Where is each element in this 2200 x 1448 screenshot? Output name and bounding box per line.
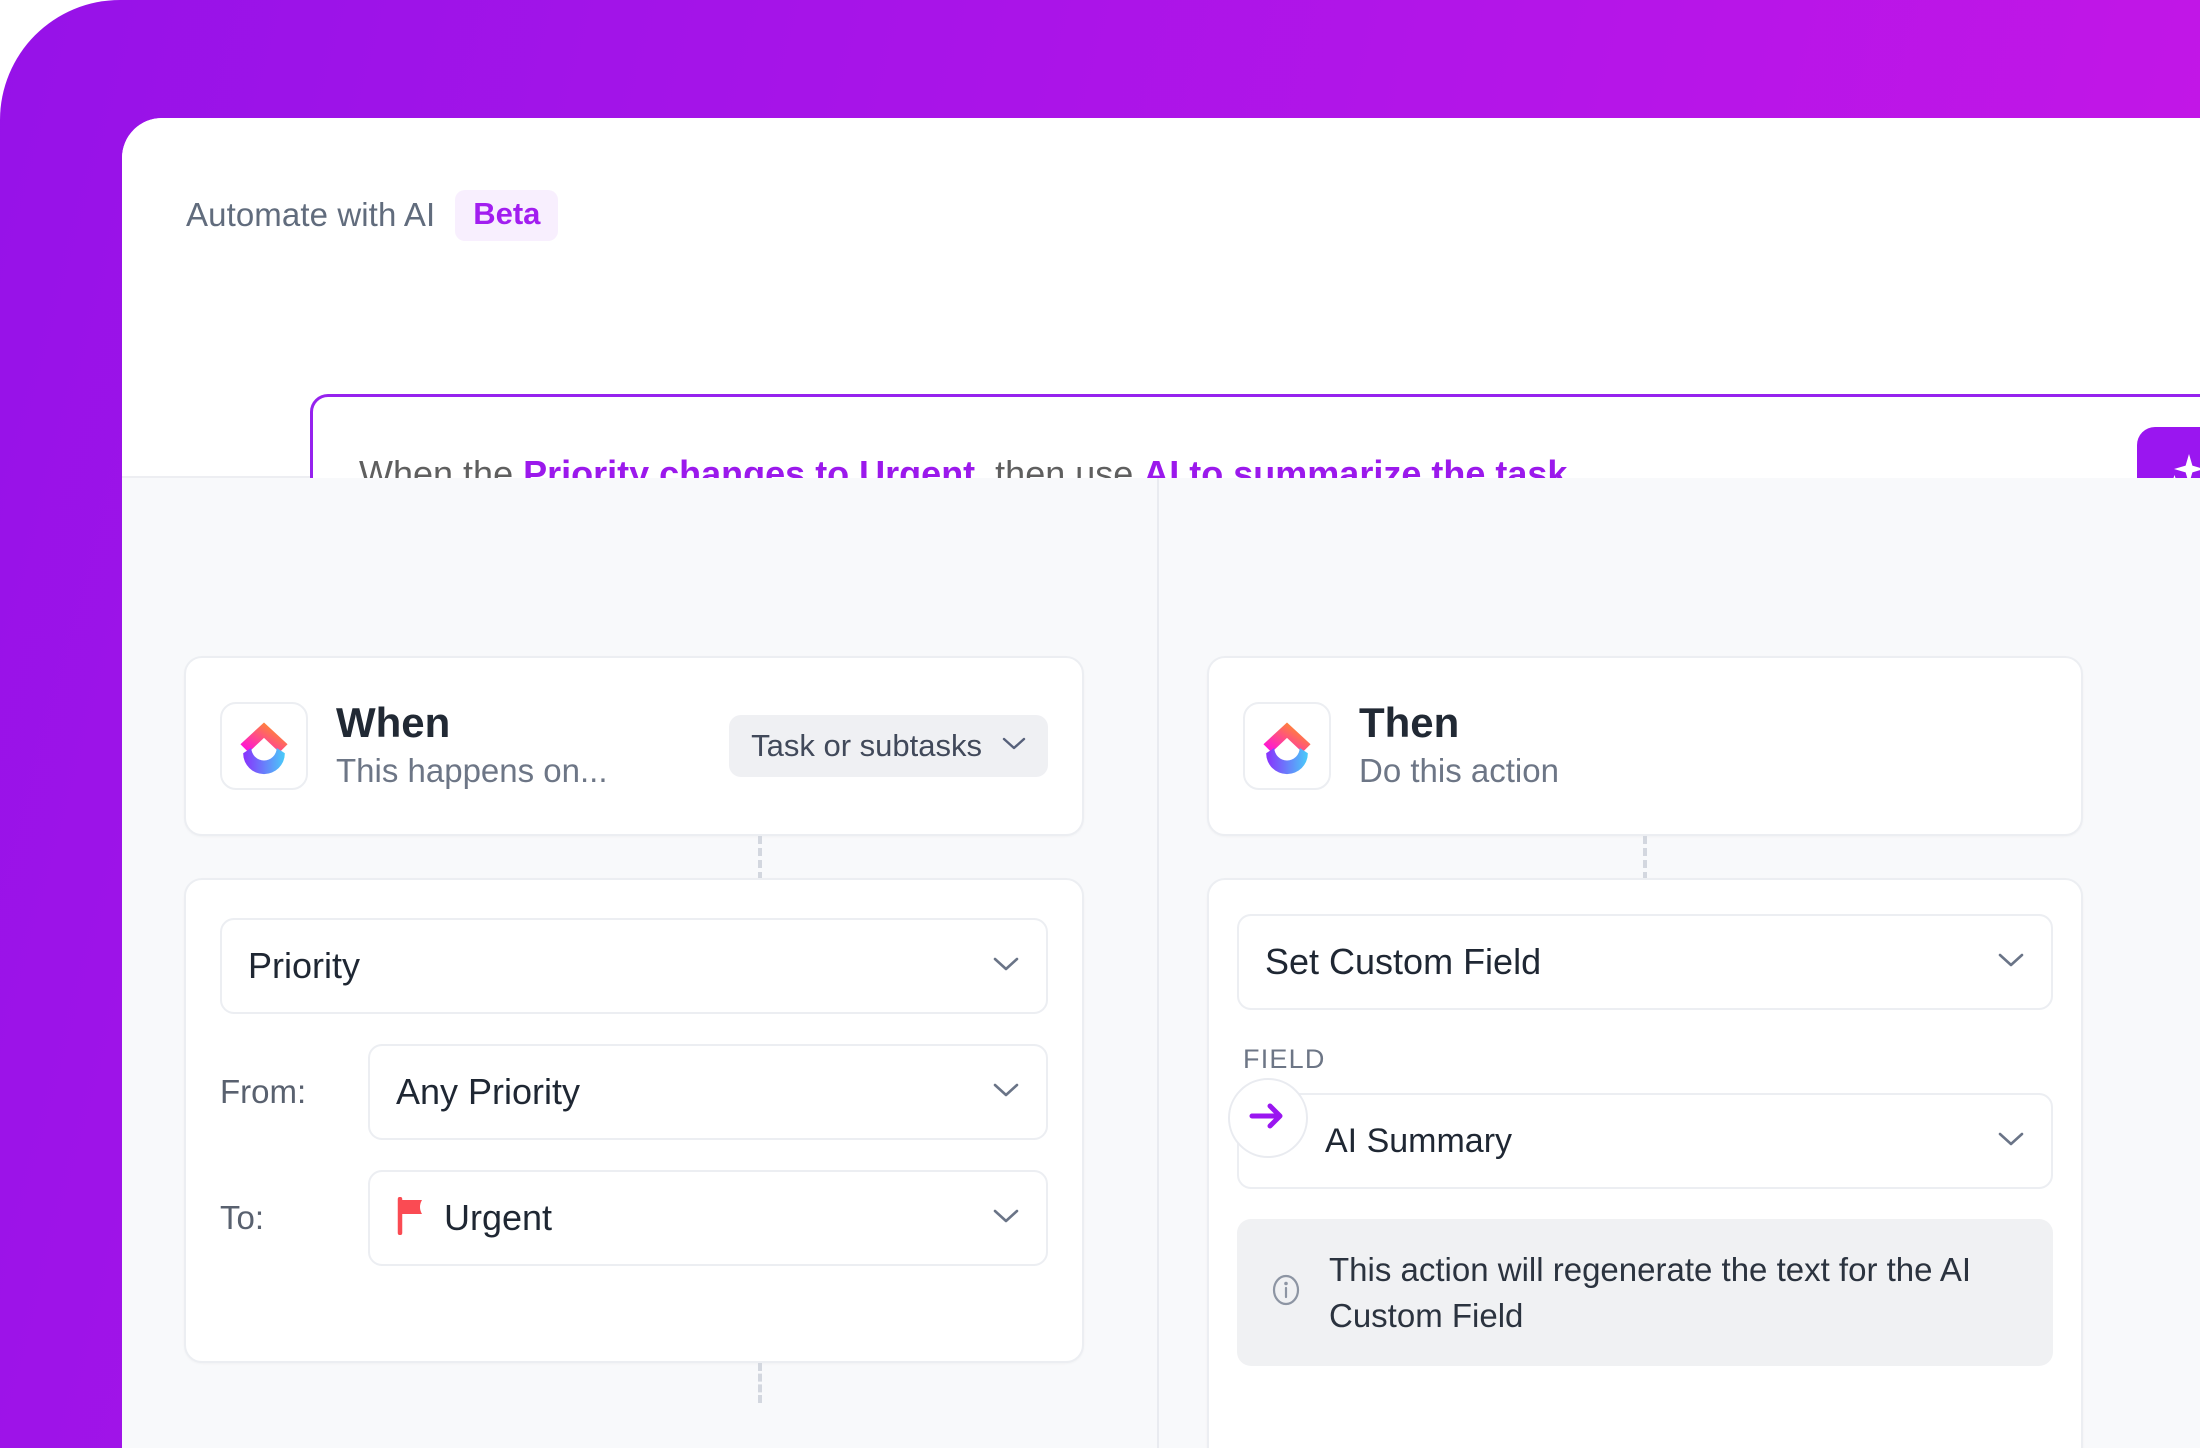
then-header-card[interactable]: Then Do this action bbox=[1207, 656, 2083, 836]
when-header-labels: When This happens on... bbox=[336, 700, 729, 791]
when-title: When bbox=[336, 700, 729, 746]
action-type-select[interactable]: Set Custom Field bbox=[1237, 914, 2053, 1010]
to-row: To: Urgent bbox=[220, 1170, 1048, 1266]
chevron-down-icon bbox=[1002, 737, 1026, 756]
custom-field-value: AI Summary bbox=[1325, 1122, 1997, 1161]
when-header-card[interactable]: When This happens on... Task or subtasks bbox=[184, 656, 1084, 836]
from-priority-value: Any Priority bbox=[396, 1071, 992, 1113]
field-caption: FIELD bbox=[1243, 1044, 2053, 1075]
then-header-labels: Then Do this action bbox=[1359, 700, 2047, 791]
chevron-down-icon bbox=[992, 956, 1020, 977]
trigger-type-value: Priority bbox=[248, 945, 992, 987]
custom-field-select[interactable]: AI Summary bbox=[1237, 1093, 2053, 1189]
then-subtitle: Do this action bbox=[1359, 750, 2047, 791]
when-connector-bottom bbox=[758, 1363, 762, 1403]
action-type-value: Set Custom Field bbox=[1265, 941, 1997, 983]
clickup-logo-icon bbox=[1243, 702, 1331, 790]
from-priority-select[interactable]: Any Priority bbox=[368, 1044, 1048, 1140]
from-row: From: Any Priority bbox=[220, 1044, 1048, 1140]
when-config-card: Priority From: Any Priority bbox=[184, 878, 1084, 1363]
automation-panel: Automate with AI Beta When the Priority … bbox=[122, 118, 2200, 1448]
beta-badge: Beta bbox=[455, 190, 558, 241]
urgent-flag-icon bbox=[396, 1197, 426, 1240]
when-subtitle: This happens on... bbox=[336, 750, 729, 791]
then-column: Then Do this action Set Custom Field FIE… bbox=[1159, 478, 2200, 1448]
automation-body: When This happens on... Task or subtasks bbox=[122, 478, 2200, 1448]
page-title: Automate with AI bbox=[186, 196, 435, 234]
trigger-type-select[interactable]: Priority bbox=[220, 918, 1048, 1014]
flow-arrow-button[interactable] bbox=[1228, 1078, 1308, 1158]
when-scope-label: Task or subtasks bbox=[751, 728, 982, 764]
chevron-down-icon bbox=[992, 1208, 1020, 1229]
when-column: When This happens on... Task or subtasks bbox=[122, 478, 1157, 1448]
panel-header: Automate with AI Beta When the Priority … bbox=[122, 118, 2200, 478]
page-title-row: Automate with AI Beta bbox=[186, 190, 558, 241]
from-label: From: bbox=[220, 1073, 368, 1111]
then-config-card: Set Custom Field FIELD bbox=[1207, 878, 2083, 1448]
to-label: To: bbox=[220, 1199, 368, 1237]
chevron-down-icon bbox=[1997, 1131, 2025, 1152]
arrow-right-icon bbox=[1246, 1098, 1290, 1139]
then-connector-top bbox=[1643, 836, 1647, 880]
when-connector-top bbox=[758, 836, 762, 880]
when-scope-select[interactable]: Task or subtasks bbox=[729, 715, 1048, 777]
regenerate-note: This action will regenerate the text for… bbox=[1237, 1219, 2053, 1366]
regenerate-note-text: This action will regenerate the text for… bbox=[1329, 1247, 2023, 1338]
chevron-down-icon bbox=[1997, 952, 2025, 973]
info-icon bbox=[1267, 1271, 1305, 1314]
chevron-down-icon bbox=[992, 1082, 1020, 1103]
to-priority-value: Urgent bbox=[444, 1197, 992, 1239]
to-priority-select[interactable]: Urgent bbox=[368, 1170, 1048, 1266]
then-title: Then bbox=[1359, 700, 2047, 746]
clickup-logo-icon bbox=[220, 702, 308, 790]
